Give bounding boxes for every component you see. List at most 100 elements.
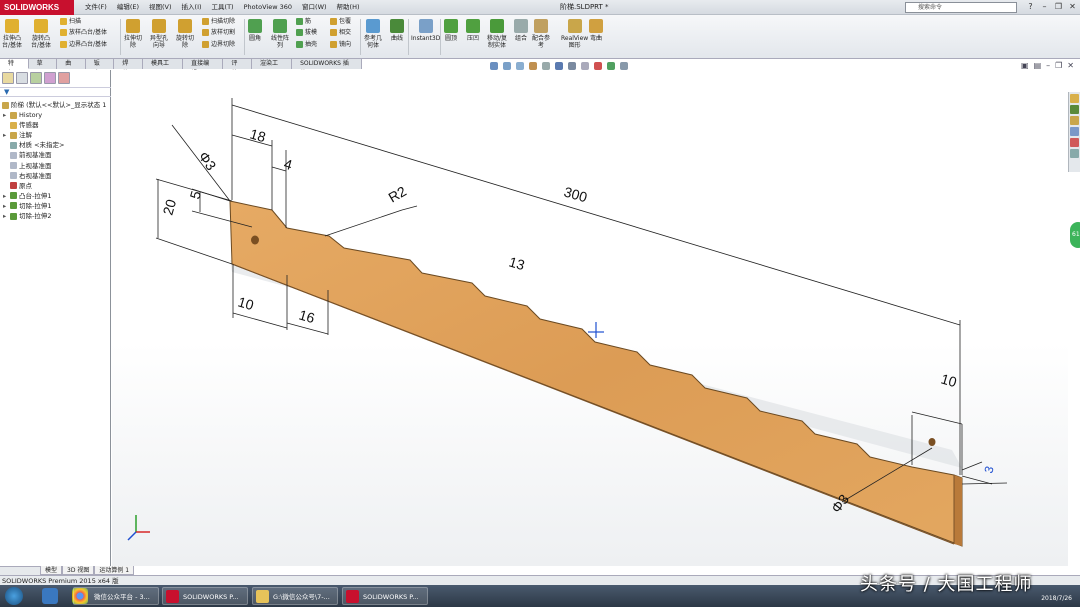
- featuremanager-tab-icon[interactable]: [2, 72, 14, 84]
- tab-2[interactable]: 曲面: [57, 59, 86, 77]
- dynamic-annotation-icon[interactable]: [542, 62, 550, 70]
- tab-3[interactable]: 钣金: [86, 59, 115, 77]
- flex-button[interactable]: 弯曲: [589, 17, 603, 42]
- loft-button[interactable]: 放样凸台/基体: [60, 29, 107, 36]
- graphics-area[interactable]: 18 4 Φ3 5 20 R2 300 13 10 16 10 Φ3 3: [112, 70, 1068, 566]
- view-orientation-icon[interactable]: [555, 62, 563, 70]
- boundary-cut-button[interactable]: 边界切除: [202, 41, 235, 48]
- tab-8[interactable]: 渲染工具: [252, 59, 293, 77]
- tab-4[interactable]: 焊件: [114, 59, 143, 77]
- menu-insert[interactable]: 插入(I): [177, 0, 207, 15]
- tree-item[interactable]: 前视基准面: [3, 150, 52, 160]
- restore-button[interactable]: ❐: [1053, 1, 1064, 12]
- close-button[interactable]: ✕: [1067, 1, 1078, 12]
- solidworks-logo[interactable]: SOLIDWORKS: [0, 0, 74, 15]
- menu-photoview[interactable]: PhotoView 360: [239, 0, 297, 15]
- apply-scene-icon[interactable]: [607, 62, 615, 70]
- search-input[interactable]: 搜索命令: [905, 2, 1017, 13]
- tab-3d-view[interactable]: 3D 视图: [62, 566, 95, 575]
- view-palette-icon[interactable]: [1070, 127, 1079, 136]
- tree-item[interactable]: 右视基准面: [3, 171, 52, 181]
- shell-button[interactable]: 抽壳: [296, 41, 317, 48]
- taskbar-task-3[interactable]: G:\微信公众号\7-...: [252, 587, 338, 605]
- viewport-restore-icon[interactable]: ❐: [1055, 62, 1062, 70]
- mirror-button[interactable]: 镜向: [330, 41, 351, 48]
- resources-icon[interactable]: [1070, 94, 1079, 103]
- taskbar-task-2[interactable]: SOLIDWORKS P...: [162, 587, 248, 605]
- menu-tools[interactable]: 工具(T): [207, 0, 239, 15]
- tab-1[interactable]: 草图: [29, 59, 58, 77]
- lofted-cut-button[interactable]: 放样切割: [202, 29, 235, 36]
- minimize-button[interactable]: –: [1039, 1, 1050, 12]
- displaymanager-tab-icon[interactable]: [58, 72, 70, 84]
- tree-root[interactable]: 阶梯 (默认<<默认>_显示状态 1: [2, 100, 106, 110]
- performance-indicator[interactable]: 61: [1070, 222, 1080, 248]
- revolve-cut-button[interactable]: 旋转切 除: [176, 17, 194, 49]
- tab-5[interactable]: 模具工具: [143, 59, 184, 77]
- zoom-area-icon[interactable]: [503, 62, 511, 70]
- tree-item[interactable]: 传感器: [3, 120, 39, 130]
- menu-window[interactable]: 窗口(W): [297, 0, 332, 15]
- tab-motion-study[interactable]: 运动算例 1: [94, 566, 135, 575]
- tree-item[interactable]: ▸ 注解: [3, 130, 32, 140]
- expand-icon[interactable]: ▸: [3, 130, 8, 140]
- app-icon-1[interactable]: [42, 588, 58, 604]
- taskbar-task-4[interactable]: SOLIDWORKS P...: [342, 587, 428, 605]
- hide-show-icon[interactable]: [581, 62, 589, 70]
- tree-item[interactable]: ▸ History: [3, 110, 42, 120]
- fillet-button[interactable]: 圆角: [248, 17, 262, 42]
- tree-item[interactable]: ▸ 切除-拉伸2: [3, 211, 51, 221]
- combine-button[interactable]: 组合: [514, 17, 528, 42]
- previous-view-icon[interactable]: [516, 62, 524, 70]
- draft-button[interactable]: 拔模: [296, 29, 317, 36]
- expand-icon[interactable]: ▸: [3, 191, 8, 201]
- tab-9[interactable]: SOLIDWORKS 插件: [292, 59, 362, 77]
- viewport-close-icon[interactable]: ✕: [1067, 62, 1074, 70]
- expand-icon[interactable]: ▸: [3, 211, 8, 221]
- expand-icon[interactable]: ▸: [3, 110, 8, 120]
- section-view-icon[interactable]: [529, 62, 537, 70]
- view-settings-icon[interactable]: [620, 62, 628, 70]
- expand-icon[interactable]: ▸: [3, 201, 8, 211]
- reference-geometry-button[interactable]: 参考几 何体: [364, 17, 382, 49]
- edit-appearance-icon[interactable]: [594, 62, 602, 70]
- tree-item[interactable]: ▸ 切除-拉伸1: [3, 201, 51, 211]
- boundary-button[interactable]: 边界凸台/基体: [60, 41, 107, 48]
- custom-properties-icon[interactable]: [1070, 149, 1079, 158]
- filter-icon[interactable]: ▼: [0, 87, 111, 97]
- extrude-cut-button[interactable]: 拉伸切 除: [124, 17, 142, 49]
- tile-view-icon[interactable]: ▤: [1034, 62, 1042, 70]
- tree-item[interactable]: 材质 <未指定>: [3, 140, 64, 150]
- intersect-button[interactable]: 相交: [330, 29, 351, 36]
- menu-file[interactable]: 文件(F): [80, 0, 112, 15]
- tree-item[interactable]: ▸ 凸台-拉伸1: [3, 191, 51, 201]
- dimxpert-tab-icon[interactable]: [44, 72, 56, 84]
- menu-help[interactable]: 帮助(H): [332, 0, 365, 15]
- realview-button[interactable]: RealView 图形: [561, 17, 588, 49]
- split-view-icon[interactable]: ▣: [1021, 62, 1029, 70]
- rib-button[interactable]: 筋: [296, 18, 311, 25]
- extrude-boss-button[interactable]: 拉伸凸 台/基体: [2, 17, 22, 49]
- menu-edit[interactable]: 编辑(E): [112, 0, 144, 15]
- tree-item[interactable]: 上视基准面: [3, 161, 52, 171]
- hole-right[interactable]: [928, 438, 936, 446]
- hole-left[interactable]: [251, 235, 259, 245]
- help-icon[interactable]: ?: [1025, 1, 1036, 12]
- appearances-icon[interactable]: [1070, 138, 1079, 147]
- move-copy-button[interactable]: 移动/复 制实体: [487, 17, 507, 49]
- tab-model[interactable]: 模型: [40, 566, 63, 575]
- tab-0[interactable]: 特征: [0, 59, 29, 77]
- tab-7[interactable]: 评估: [223, 59, 252, 77]
- menu-view[interactable]: 视图(V): [144, 0, 177, 15]
- wrap-button[interactable]: 包覆: [330, 18, 351, 25]
- start-button[interactable]: [5, 587, 23, 605]
- file-explorer-icon[interactable]: [1070, 116, 1079, 125]
- zoom-fit-icon[interactable]: [490, 62, 498, 70]
- propertymanager-tab-icon[interactable]: [16, 72, 28, 84]
- configurationmanager-tab-icon[interactable]: [30, 72, 42, 84]
- tree-item[interactable]: 原点: [3, 181, 32, 191]
- mate-reference-button[interactable]: 配合参 考: [532, 17, 550, 49]
- instant3d-button[interactable]: Instant3D: [411, 17, 440, 42]
- indent-button[interactable]: 压凹: [466, 17, 480, 42]
- linear-pattern-button[interactable]: 线性阵 列: [271, 17, 289, 49]
